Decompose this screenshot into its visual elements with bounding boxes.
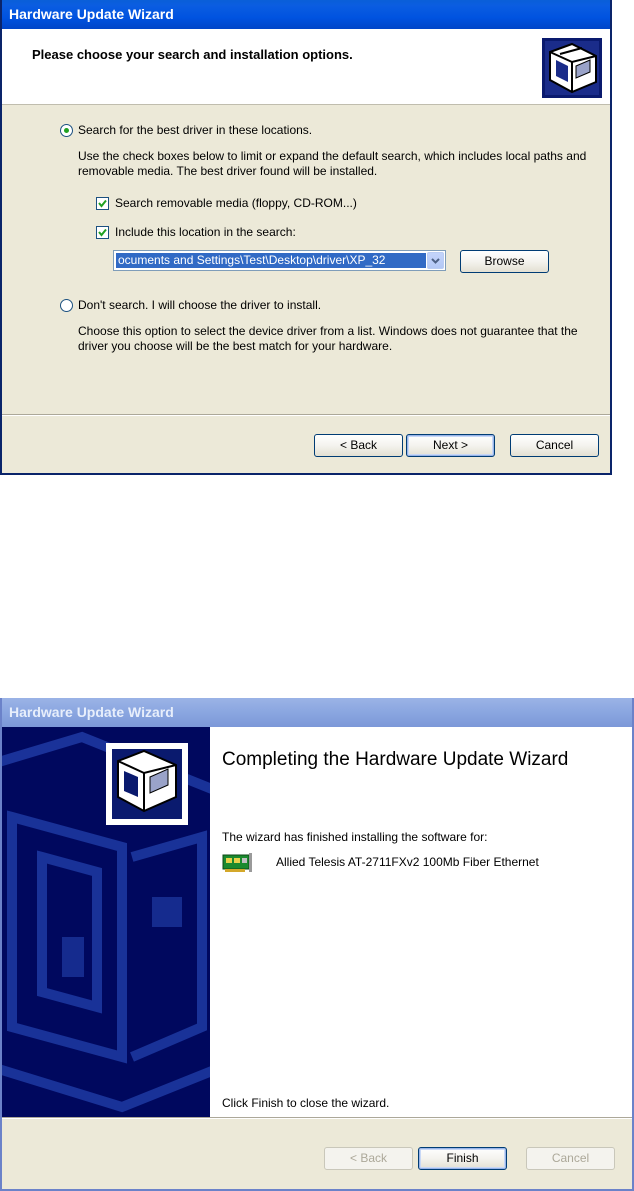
footer-divider — [2, 1117, 632, 1119]
wizard-header: Please choose your search and installati… — [2, 29, 610, 105]
chevron-down-icon — [431, 258, 440, 264]
device-name: Allied Telesis AT-2711FXv2 100Mb Fiber E… — [276, 855, 539, 869]
back-button[interactable]: < Back — [314, 434, 403, 457]
back-button[interactable]: < Back — [324, 1147, 413, 1170]
window-title: Hardware Update Wizard — [9, 704, 174, 720]
cancel-button[interactable]: Cancel — [510, 434, 599, 457]
title-bar[interactable]: Hardware Update Wizard — [2, 0, 610, 29]
dont-search-radio[interactable] — [60, 299, 73, 312]
finished-text: The wizard has finished installing the s… — [222, 830, 488, 844]
checkmark-icon — [98, 228, 107, 237]
hardware-wizard-icon — [542, 38, 602, 98]
hardware-update-wizard-complete-dialog: Hardware Update Wizard Completing the Ha… — [0, 698, 634, 1191]
wizard-content: Completing the Hardware Update Wizard Th… — [210, 727, 632, 1117]
location-value[interactable]: ocuments and Settings\Test\Desktop\drive… — [116, 253, 426, 268]
search-best-driver-radio[interactable] — [60, 124, 73, 137]
hardware-watermark-icon — [2, 727, 210, 1117]
window-title: Hardware Update Wizard — [9, 6, 174, 22]
close-hint: Click Finish to close the wizard. — [222, 1096, 390, 1110]
search-best-driver-label[interactable]: Search for the best driver in these loca… — [78, 123, 312, 137]
browse-button[interactable]: Browse — [460, 250, 549, 273]
search-removable-media-checkbox[interactable] — [96, 197, 109, 210]
search-removable-media-label[interactable]: Search removable media (floppy, CD-ROM..… — [115, 196, 357, 210]
page-title: Please choose your search and installati… — [32, 47, 353, 62]
finish-button[interactable]: Finish — [418, 1147, 507, 1170]
title-bar[interactable]: Hardware Update Wizard — [2, 698, 632, 727]
search-option-description: Use the check boxes below to limit or ex… — [78, 149, 587, 178]
include-location-label[interactable]: Include this location in the search: — [115, 225, 296, 239]
include-location-checkbox[interactable] — [96, 226, 109, 239]
cancel-button[interactable]: Cancel — [526, 1147, 615, 1170]
checkmark-icon — [98, 199, 107, 208]
dont-search-label[interactable]: Don't search. I will choose the driver t… — [78, 298, 321, 312]
hardware-wizard-icon — [112, 749, 182, 819]
wizard-sidebar-graphic — [2, 727, 210, 1117]
next-button[interactable]: Next > — [406, 434, 495, 457]
dropdown-button[interactable] — [427, 252, 444, 269]
location-combobox[interactable]: ocuments and Settings\Test\Desktop\drive… — [113, 250, 446, 271]
page-title: Completing the Hardware Update Wizard — [222, 749, 569, 770]
hardware-update-wizard-options-dialog: Hardware Update Wizard Please choose you… — [0, 0, 612, 475]
dont-search-description: Choose this option to select the device … — [78, 324, 578, 353]
network-card-icon — [222, 852, 254, 874]
footer-divider — [2, 414, 610, 416]
